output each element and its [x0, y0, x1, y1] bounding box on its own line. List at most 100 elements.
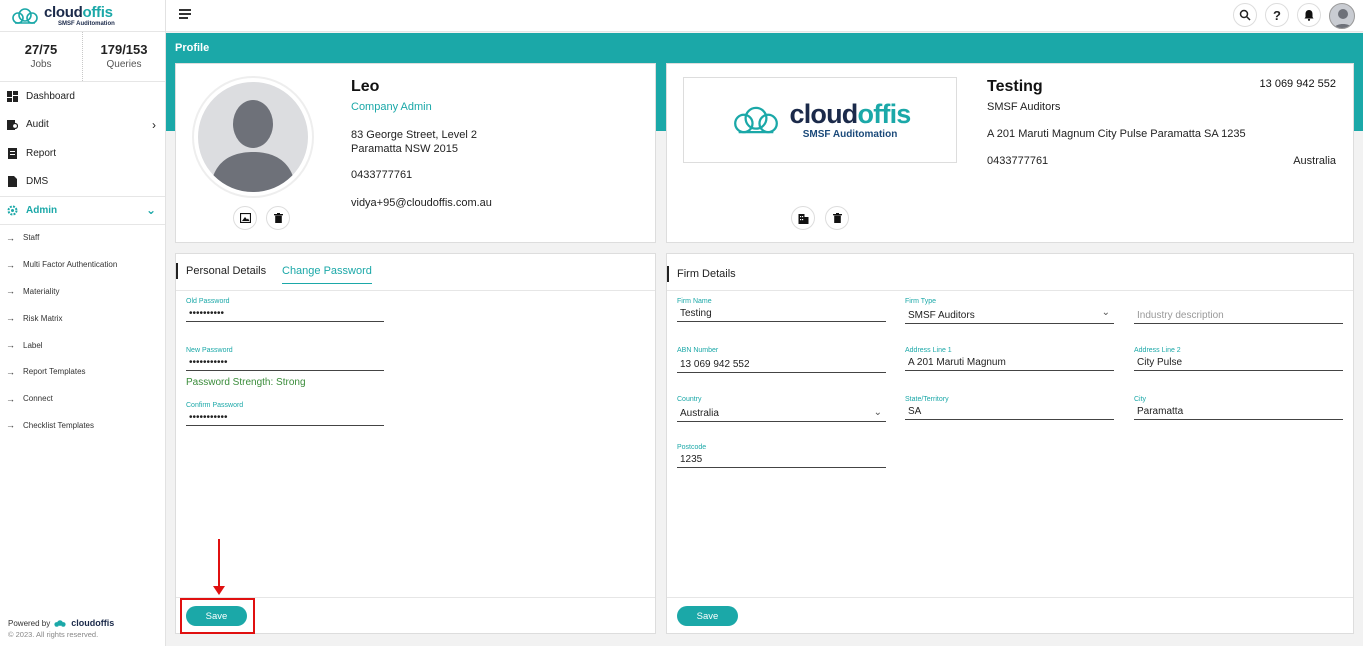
industry-input[interactable]: Industry description: [1134, 310, 1343, 324]
firm-abn: 13 069 942 552: [1259, 78, 1336, 90]
firm-type-select[interactable]: SMSF Auditors: [905, 310, 1114, 324]
sidebar: cloudoffis SMSF Auditomation 27/75 Jobs …: [0, 0, 166, 646]
country-label: Country: [677, 396, 702, 403]
chevron-down-icon: ⌄: [145, 203, 156, 218]
powered-by: Powered by cloudoffis: [8, 618, 114, 628]
user-avatar[interactable]: [1329, 3, 1355, 29]
sidebar-subitem-checklist-templates[interactable]: → Checklist Templates: [0, 412, 165, 439]
tab-change-password[interactable]: Change Password: [282, 265, 372, 284]
trash-icon: [273, 213, 283, 223]
hamburger-menu-icon[interactable]: [179, 9, 191, 21]
old-password-input[interactable]: ••••••••••: [186, 308, 384, 322]
notifications-button[interactable]: [1297, 3, 1321, 27]
firm-type: SMSF Auditors: [987, 101, 1061, 113]
jobs-stat[interactable]: 27/75 Jobs: [0, 32, 83, 81]
city-field[interactable]: City Paramatta: [1134, 396, 1343, 420]
jobs-count: 27/75: [24, 42, 58, 57]
user-profile-card: Leo Company Admin 83 George Street, Leve…: [175, 63, 656, 243]
sidebar-item-label: Admin: [26, 204, 58, 216]
queries-label: Queries: [106, 59, 142, 70]
firm-name-input[interactable]: Testing: [677, 308, 886, 322]
sidebar-subitem-materiality[interactable]: → Materiality: [0, 278, 165, 305]
address-line1-label: Address Line 1: [905, 347, 952, 354]
stats-bar: 27/75 Jobs 179/153 Queries: [0, 32, 165, 82]
powered-brand: cloudoffis: [71, 618, 115, 628]
report-icon: [8, 147, 17, 159]
logo-name-b: offis: [82, 3, 113, 21]
search-button[interactable]: [1233, 3, 1257, 27]
address-line1-input[interactable]: A 201 Maruti Magnum: [905, 357, 1114, 371]
arrow-right-icon: →: [6, 259, 15, 270]
state-input[interactable]: SA: [905, 406, 1114, 420]
sidebar-item-report[interactable]: Report: [0, 139, 165, 168]
annotation-arrow: [218, 539, 220, 589]
sidebar-item-dms[interactable]: DMS: [0, 168, 165, 197]
subitem-label: Connect: [23, 394, 53, 404]
firm-details-title: Firm Details: [677, 268, 736, 280]
old-password-field[interactable]: Old Password ••••••••••: [186, 298, 384, 322]
country-select[interactable]: Australia: [677, 408, 886, 422]
tab-personal-details[interactable]: Personal Details: [186, 265, 266, 277]
address-line2-field[interactable]: Address Line 2 City Pulse: [1134, 347, 1343, 371]
confirm-password-input[interactable]: •••••••••••: [186, 412, 384, 426]
top-bar: ?: [166, 0, 1363, 32]
sidebar-subitem-connect[interactable]: → Connect: [0, 385, 165, 412]
postcode-label: Postcode: [677, 444, 707, 451]
state-field[interactable]: State/Territory SA: [905, 396, 1114, 420]
grid-icon: [7, 90, 18, 102]
sidebar-subitem-report-templates[interactable]: → Report Templates: [0, 358, 165, 385]
firm-details-card: Firm Details Firm Name Testing Firm Type…: [666, 253, 1354, 634]
firm-name-field[interactable]: Firm Name Testing: [677, 298, 886, 322]
state-label: State/Territory: [905, 396, 949, 403]
logo-subtitle: SMSF Auditomation: [58, 20, 115, 27]
abn-input[interactable]: 13 069 942 552: [677, 359, 886, 373]
help-button[interactable]: ?: [1265, 3, 1289, 27]
user-address-line1: 83 George Street, Level 2: [351, 129, 477, 141]
sidebar-item-admin[interactable]: Admin ⌄: [0, 196, 165, 225]
industry-field[interactable]: Industry description: [1134, 298, 1343, 324]
upload-firm-logo-button[interactable]: [791, 206, 815, 230]
delete-firm-logo-button[interactable]: [825, 206, 849, 230]
annotation-arrow-head: [213, 586, 225, 595]
user-address-line2: Paramatta NSW 2015: [351, 143, 458, 155]
abn-field[interactable]: ABN Number 13 069 942 552: [677, 347, 886, 373]
postcode-field[interactable]: Postcode 1235: [677, 444, 886, 468]
cloud-logo-icon: [733, 106, 778, 134]
jobs-label: Jobs: [30, 59, 52, 70]
queries-stat[interactable]: 179/153 Queries: [83, 32, 165, 81]
arrow-right-icon: →: [6, 286, 15, 297]
new-password-field[interactable]: New Password •••••••••••: [186, 347, 384, 371]
sidebar-item-audit[interactable]: Audit ›: [0, 111, 165, 140]
upload-photo-button[interactable]: [233, 206, 257, 230]
sidebar-subitem-staff[interactable]: → Staff: [0, 225, 165, 252]
user-name: Leo: [351, 78, 380, 95]
new-password-input[interactable]: •••••••••••: [186, 357, 384, 371]
firm-country: Australia: [1293, 155, 1336, 167]
address-line2-input[interactable]: City Pulse: [1134, 357, 1343, 371]
sidebar-item-dashboard[interactable]: Dashboard: [0, 82, 165, 111]
confirm-password-field[interactable]: Confirm Password •••••••••••: [186, 402, 384, 426]
app-logo[interactable]: cloudoffis SMSF Auditomation: [0, 0, 165, 32]
sidebar-subitem-mfa[interactable]: → Multi Factor Authentication: [0, 251, 165, 278]
save-firm-button[interactable]: Save: [677, 606, 738, 626]
chevron-right-icon: ›: [152, 117, 156, 132]
postcode-input[interactable]: 1235: [677, 454, 886, 468]
confirm-password-label: Confirm Password: [186, 402, 244, 409]
country-field[interactable]: Country Australia ⌄: [677, 396, 886, 422]
copyright: © 2023. All rights reserved.: [8, 630, 99, 639]
sidebar-item-label: DMS: [26, 176, 49, 188]
sidebar-subitem-risk-matrix[interactable]: → Risk Matrix: [0, 305, 165, 332]
firm-type-field[interactable]: Firm Type SMSF Auditors ⌄: [905, 298, 1114, 324]
sidebar-subitem-label[interactable]: → Label: [0, 332, 165, 359]
address-line1-field[interactable]: Address Line 1 A 201 Maruti Magnum: [905, 347, 1114, 371]
firm-details-header: Firm Details: [667, 254, 1353, 291]
delete-photo-button[interactable]: [266, 206, 290, 230]
help-icon: ?: [1273, 7, 1281, 23]
firm-phone: 0433777761: [987, 155, 1049, 167]
chevron-down-icon: ⌄: [1101, 307, 1110, 318]
subitem-label: Report Templates: [23, 367, 86, 377]
address-line2-label: Address Line 2: [1134, 347, 1181, 354]
profile-photo: [192, 76, 314, 198]
city-input[interactable]: Paramatta: [1134, 406, 1343, 420]
cloud-logo-icon: [54, 619, 66, 627]
